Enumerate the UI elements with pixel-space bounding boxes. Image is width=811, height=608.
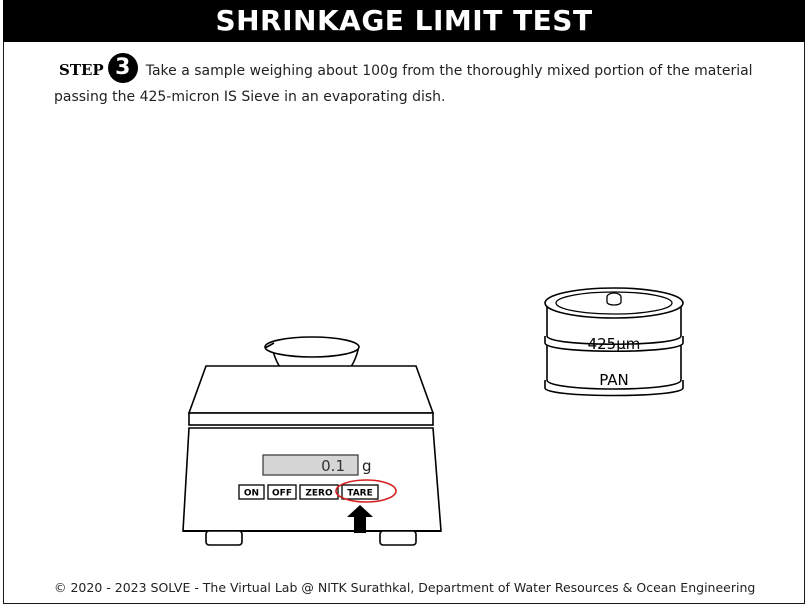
sieve-size-label: 425µm xyxy=(588,335,641,353)
digital-balance xyxy=(182,365,442,546)
tare-button[interactable]: TARE xyxy=(341,484,379,500)
on-button[interactable]: ON xyxy=(238,484,265,500)
balance-reading: 0.1 xyxy=(321,457,345,475)
tare-button-label: TARE xyxy=(347,489,372,499)
on-button-label: ON xyxy=(244,489,259,499)
off-button-label: OFF xyxy=(272,489,292,499)
lab-scene: 0.1 g ON OFF ZERO TARE 425µm PAN xyxy=(182,287,684,546)
footer-credits: © 2020 - 2023 SOLVE - The Virtual Lab @ … xyxy=(54,580,756,595)
zero-button-label: ZERO xyxy=(305,489,333,499)
balance-unit: g xyxy=(362,457,372,475)
pan-label: PAN xyxy=(599,371,629,389)
off-button[interactable]: OFF xyxy=(267,484,297,500)
zero-button[interactable]: ZERO xyxy=(299,484,339,500)
